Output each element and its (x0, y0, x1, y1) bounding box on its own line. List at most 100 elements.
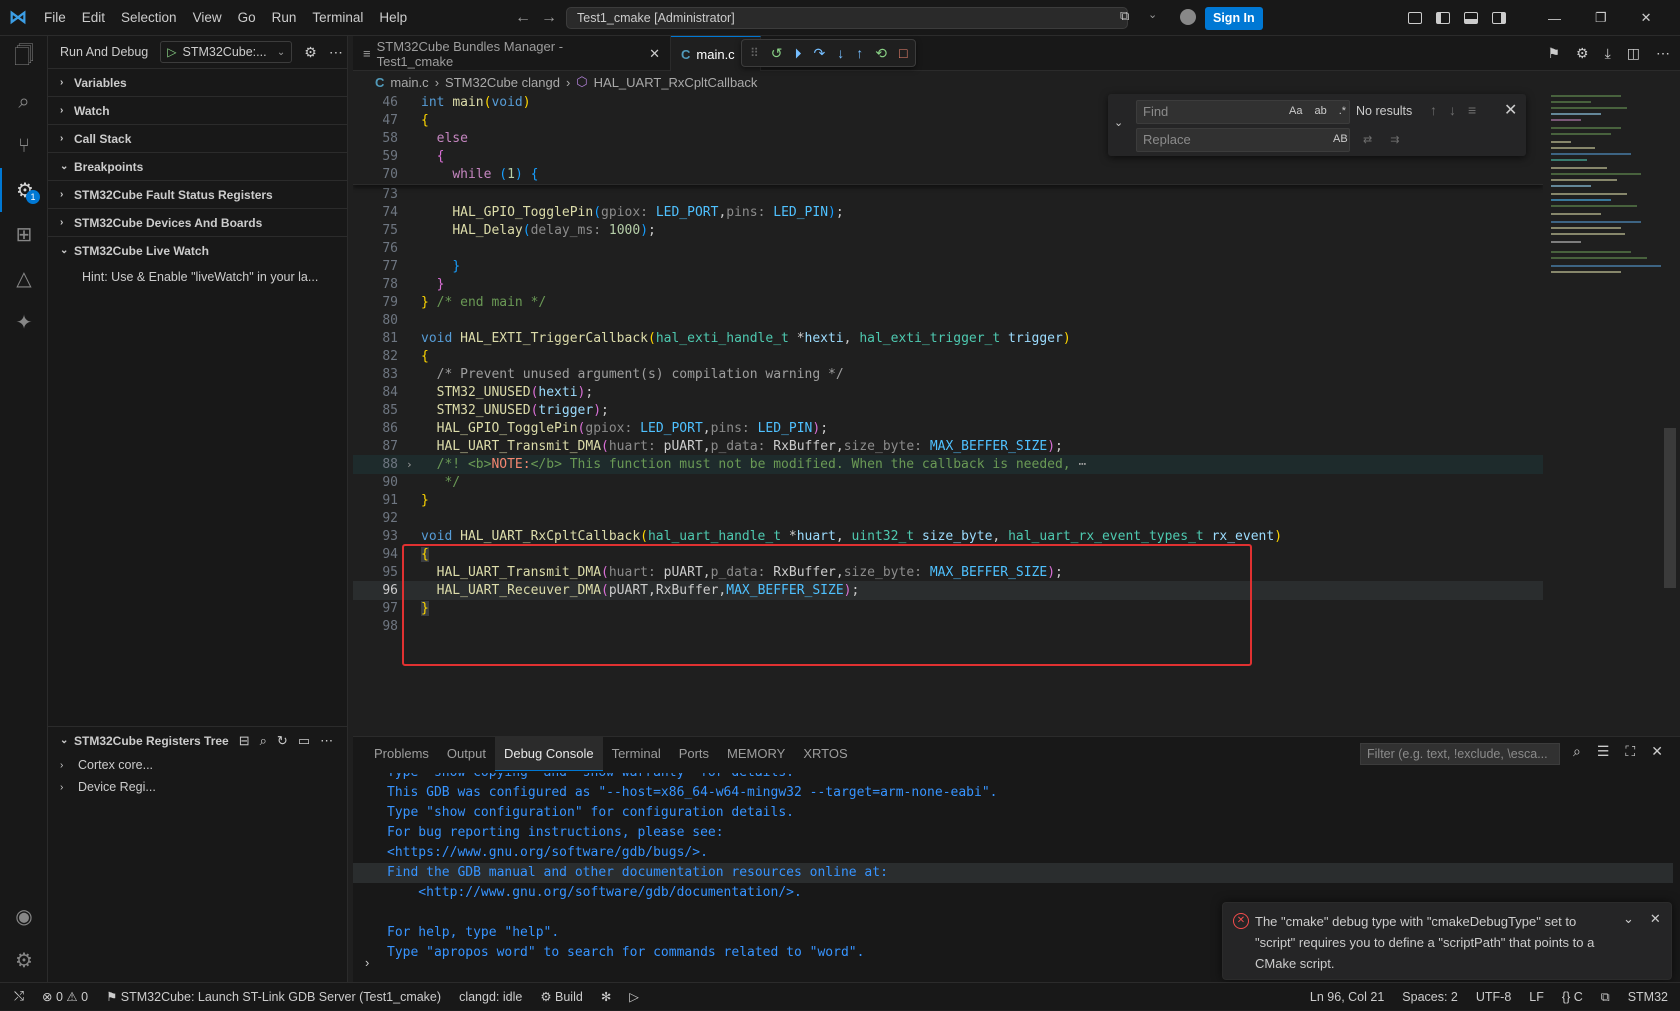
toggle-primary-sidebar-icon[interactable] (1436, 12, 1450, 24)
tab-ports[interactable]: Ports (670, 737, 718, 771)
language-mode[interactable]: {} C (1562, 990, 1583, 1004)
command-center[interactable]: Test1_cmake [Administrator] (566, 7, 1128, 29)
tab-bundles-manager[interactable]: ≡ STM32Cube Bundles Manager - Test1_cmak… (353, 36, 671, 71)
build-status[interactable]: ⚙ Build (540, 989, 583, 1004)
cursor-position[interactable]: Ln 96, Col 21 (1310, 990, 1384, 1004)
replace-all-icon[interactable]: ⇉ (1387, 132, 1402, 147)
clangd-status[interactable]: clangd: idle (459, 990, 522, 1004)
run-debug-icon[interactable]: ⚙ 1 (0, 168, 48, 212)
breadcrumb-scope[interactable]: STM32Cube clangd (445, 75, 560, 90)
section-variables[interactable]: › Variables (48, 68, 347, 96)
section-breakpoints[interactable]: ⌄ Breakpoints (48, 152, 347, 180)
close-find-icon[interactable]: ✕ (1504, 100, 1517, 120)
step-out-icon[interactable]: ↑ (856, 45, 863, 61)
menu-run[interactable]: Run (264, 0, 305, 36)
preserve-case-icon[interactable]: AB (1330, 132, 1351, 146)
extensions-icon[interactable]: ⊞ (0, 212, 48, 256)
search-icon[interactable]: ⌕ (0, 80, 48, 124)
fold-chevron-icon[interactable]: › (406, 455, 413, 474)
tab-output[interactable]: Output (438, 737, 495, 771)
previous-match-icon[interactable]: ↑ (1430, 102, 1437, 118)
debug-config-select[interactable]: ▷ STM32Cube:... ⌄ (160, 41, 293, 63)
customize-layout-icon[interactable] (1408, 12, 1422, 24)
stm32-icon[interactable]: ✦ (0, 300, 48, 344)
problems-status[interactable]: ⊗ 0 ⚠ 0 (42, 989, 88, 1004)
copilot-status-icon[interactable]: ⧉ (1601, 990, 1610, 1005)
start-debug-play-icon[interactable]: ▷ (167, 45, 176, 59)
match-case-icon[interactable]: Aa (1286, 104, 1305, 118)
toggle-panel-icon[interactable] (1464, 12, 1478, 24)
chevron-down-icon[interactable]: ⌄ (1623, 911, 1634, 927)
minimize-icon[interactable]: — (1548, 11, 1561, 26)
chevron-down-icon[interactable]: ⌄ (277, 47, 285, 58)
back-arrow-icon[interactable]: ← (515, 9, 531, 27)
find-console-icon[interactable]: ⌕ (1573, 743, 1581, 760)
section-watch[interactable]: › Watch (48, 96, 347, 124)
clear-console-icon[interactable]: ☰ (1597, 743, 1610, 760)
breadcrumb-symbol[interactable]: HAL_UART_RxCpltCallback (594, 75, 758, 90)
minimap[interactable] (1547, 93, 1680, 729)
tab-terminal[interactable]: Terminal (603, 737, 670, 771)
close-icon[interactable]: ✕ (649, 46, 660, 62)
section-call-stack[interactable]: › Call Stack (48, 124, 347, 152)
step-into-icon[interactable]: ↓ (837, 45, 844, 61)
menu-terminal[interactable]: Terminal (304, 0, 371, 36)
section-registers-tree[interactable]: ⌄ STM32Cube Registers Tree ⊟ ⌕ ↻ ▭ ⋯ (48, 726, 348, 754)
close-window-icon[interactable]: ✕ (1641, 10, 1652, 26)
toggle-replace-chevron-icon[interactable]: ⌄ (1114, 116, 1123, 129)
end-of-line[interactable]: LF (1529, 990, 1544, 1004)
reset-icon[interactable]: ⟲ (875, 45, 887, 62)
stop-icon[interactable]: □ (899, 45, 907, 61)
more-actions-icon[interactable]: ⋯ (320, 733, 333, 749)
console-input-prompt[interactable]: › (365, 955, 369, 970)
close-panel-icon[interactable]: ✕ (1651, 743, 1663, 760)
forward-arrow-icon[interactable]: → (541, 9, 557, 27)
stm32-status[interactable]: STM32 (1628, 990, 1668, 1004)
restart-icon[interactable]: ↺ (771, 45, 783, 62)
save-to-icon[interactable]: ⤓ (1605, 45, 1611, 62)
settings-gear-icon[interactable]: ⚙ (1576, 45, 1589, 62)
tab-problems[interactable]: Problems (365, 737, 438, 771)
tree-item-device-registers[interactable]: › Device Regi... (48, 776, 348, 798)
indentation[interactable]: Spaces: 2 (1402, 990, 1458, 1004)
more-actions-icon[interactable]: ⋯ (329, 44, 343, 61)
match-whole-word-icon[interactable]: ab (1311, 104, 1329, 118)
launch-config-status[interactable]: ⚑ STM32Cube: Launch ST-Link GDB Server (… (106, 989, 441, 1004)
accounts-icon[interactable] (1180, 9, 1196, 25)
copilot-dropdown-icon[interactable]: ⌄ (1148, 8, 1157, 21)
remote-icon[interactable]: ⤭ (14, 989, 24, 1004)
replace-input[interactable]: Replace (1136, 128, 1350, 152)
find-in-selection-icon[interactable]: ≡ (1468, 102, 1476, 118)
restore-icon[interactable]: ❐ (1595, 10, 1607, 26)
split-editor-icon[interactable]: ◫ (1627, 45, 1640, 62)
more-actions-icon[interactable]: ⋯ (1656, 45, 1670, 62)
debug-gear-icon[interactable]: ✻ (601, 989, 611, 1004)
file-encoding[interactable]: UTF-8 (1476, 990, 1511, 1004)
step-over-icon[interactable]: ↷ (814, 45, 826, 62)
menu-file[interactable]: File (36, 0, 74, 36)
open-launch-json-gear-icon[interactable]: ⚙ (304, 44, 317, 61)
section-fault-status[interactable]: › STM32Cube Fault Status Registers (48, 180, 347, 208)
sign-in-button[interactable]: Sign In (1205, 7, 1263, 30)
manage-gear-icon[interactable]: ⚙ (0, 938, 48, 982)
collapse-all-icon[interactable]: ⊟ (239, 733, 250, 749)
debug-run-icon[interactable]: ⚑ (1547, 45, 1560, 62)
source-control-icon[interactable]: ⑂ (0, 124, 48, 168)
replace-icon[interactable]: ⇄ (1360, 132, 1375, 147)
drag-handle-icon[interactable]: ⠿ (750, 46, 759, 60)
search-registers-icon[interactable]: ⌕ (260, 733, 267, 749)
use-regex-icon[interactable]: .* (1336, 104, 1349, 118)
menu-edit[interactable]: Edit (74, 0, 113, 36)
tab-memory[interactable]: MEMORY (718, 737, 794, 771)
tab-xrtos[interactable]: XRTOS (794, 737, 856, 771)
section-devices-boards[interactable]: › STM32Cube Devices And Boards (48, 208, 347, 236)
cmake-icon[interactable]: △ (0, 256, 48, 300)
menu-selection[interactable]: Selection (113, 0, 185, 36)
menu-help[interactable]: Help (371, 0, 415, 36)
tree-item-cortex-core[interactable]: › Cortex core... (48, 754, 348, 776)
maximize-panel-icon[interactable]: ⛶ (1625, 743, 1635, 760)
console-filter-input[interactable]: Filter (e.g. text, !exclude, \esca... (1360, 743, 1560, 765)
explorer-icon[interactable]: 🗍 (0, 36, 48, 80)
toggle-secondary-sidebar-icon[interactable] (1492, 12, 1506, 24)
menu-go[interactable]: Go (230, 0, 264, 36)
